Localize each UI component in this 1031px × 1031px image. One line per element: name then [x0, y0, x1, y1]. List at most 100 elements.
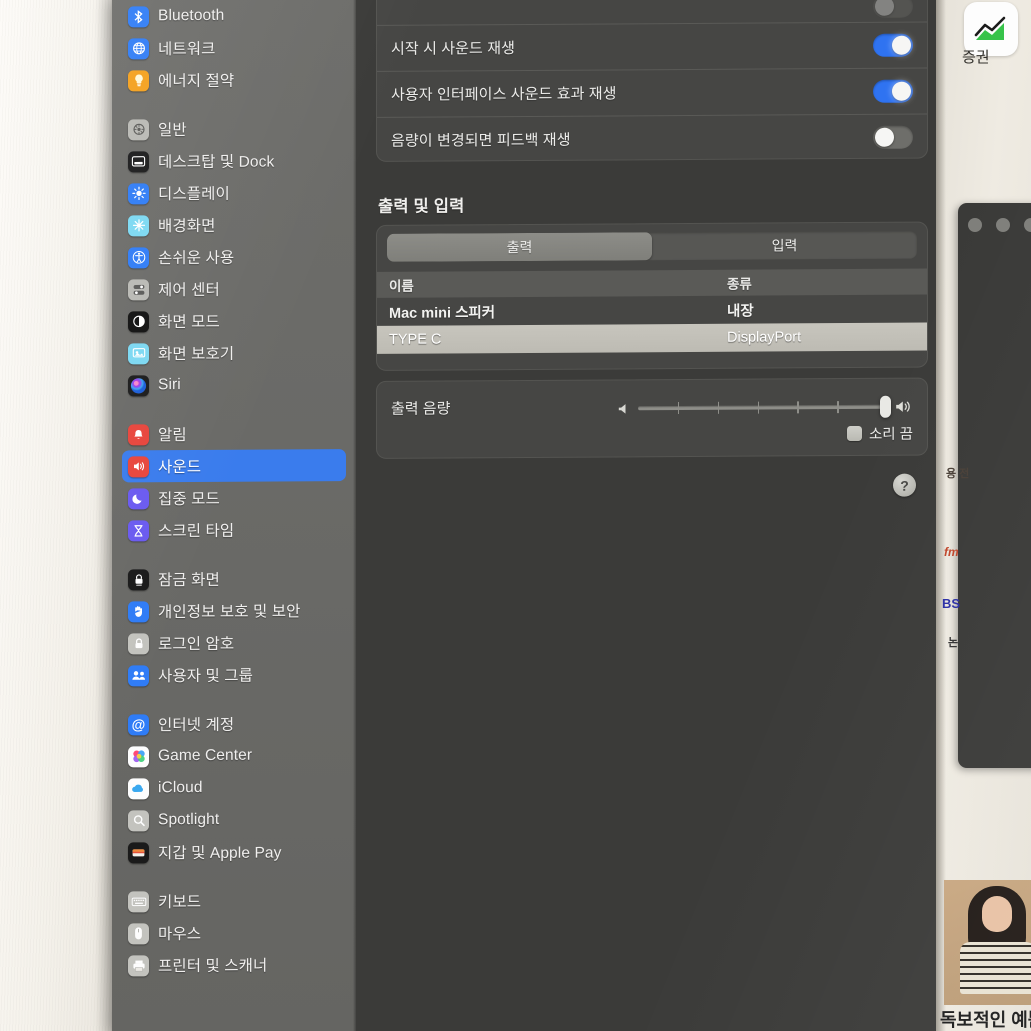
settings-row-label: 시작 시 사운드 재생 — [391, 40, 516, 58]
sound-settings-panel: 시작 시 사운드 재생 사용자 인터페이스 사운드 효과 재생 음량이 변경되면… — [356, 0, 936, 1031]
sidebar-item-privacy-security[interactable]: 개인정보 보호 및 보안 — [122, 594, 346, 627]
sidebar-item-energy-saver[interactable]: 에너지 절약 — [122, 63, 346, 96]
settings-row-ui-sound-effects[interactable]: 사용자 인터페이스 사운드 효과 재생 — [377, 67, 927, 117]
output-volume-card: 출력 음량 소리 끔 — [376, 377, 928, 459]
sidebar-item-lock-screen[interactable]: 잠금 화면 — [122, 562, 346, 595]
sidebar-item-label: 키보드 — [158, 893, 202, 912]
sidebar-item-bluetooth[interactable]: Bluetooth — [122, 0, 346, 32]
toggle-volume-feedback[interactable] — [873, 125, 913, 149]
sidebar-item-label: 일반 — [158, 122, 187, 140]
sidebar-item-label: Siri — [158, 376, 181, 394]
sidebar-item-siri[interactable]: Siri — [122, 368, 346, 401]
sidebar-item-notifications[interactable]: 알림 — [122, 417, 346, 450]
printer-scanner-icon — [128, 954, 149, 976]
volume-slider-thumb[interactable] — [880, 395, 891, 418]
toggle-ui-sound-effects[interactable] — [873, 79, 913, 103]
toggle-knob — [875, 0, 894, 16]
bluetooth-icon — [128, 5, 149, 27]
sidebar-item-label: 네트워크 — [158, 40, 216, 59]
sidebar-item-label: 로그인 암호 — [158, 635, 235, 654]
tab-input[interactable]: 입력 — [652, 231, 917, 261]
sidebar-item-wallet-apple-pay[interactable]: 지갑 및 Apple Pay — [122, 835, 346, 868]
sidebar-item-label: 인터넷 계정 — [158, 716, 235, 735]
settings-row-startup-sound[interactable]: 시작 시 사운드 재생 — [377, 21, 927, 71]
sidebar-item-label: 화면 모드 — [158, 313, 220, 332]
sidebar-item-general[interactable]: 일반 — [122, 112, 346, 145]
accessibility-icon — [128, 246, 149, 268]
mute-label: 소리 끔 — [868, 426, 913, 443]
person-face — [982, 896, 1012, 932]
sidebar-item-focus[interactable]: 집중 모드 — [122, 481, 346, 514]
sidebar-item-wallpaper[interactable]: 배경화면 — [122, 208, 346, 241]
screen-time-hourglass-icon — [128, 519, 149, 541]
sidebar-item-label: 사용자 및 그룹 — [158, 667, 253, 686]
sidebar-item-control-center[interactable]: 제어 센터 — [122, 272, 346, 305]
slider-tick — [797, 401, 799, 414]
column-header-kind: 종류 — [727, 276, 752, 292]
privacy-hand-icon — [128, 600, 149, 622]
sidebar-item-internet-accounts[interactable]: @ 인터넷 계정 — [122, 707, 346, 740]
monitor-bezel-edge — [936, 0, 946, 1031]
table-row[interactable]: Mac mini 스피커 내장 — [377, 295, 927, 326]
sidebar-item-label: 사운드 — [158, 458, 202, 477]
sidebar-divider — [112, 545, 356, 563]
settings-sidebar[interactable]: Bluetooth 네트워크 에너지 절약 일반 데스크탑 및 Dock 디스플… — [112, 0, 356, 1031]
icloud-icon — [128, 777, 149, 799]
sidebar-item-users-groups[interactable]: 사용자 및 그룹 — [122, 658, 346, 691]
sidebar-item-label: 집중 모드 — [158, 490, 220, 509]
sidebar-item-keyboard[interactable]: 키보드 — [122, 884, 346, 917]
sidebar-item-appearance[interactable]: 화면 모드 — [122, 304, 346, 337]
focus-moon-icon — [128, 487, 149, 509]
device-dot — [968, 218, 982, 232]
slider-tick — [677, 402, 680, 415]
sidebar-item-screen-saver[interactable]: 화면 보호기 — [122, 336, 346, 369]
sidebar-item-desktop-dock[interactable]: 데스크탑 및 Dock — [122, 144, 346, 177]
stocks-app-label: 증권 — [962, 49, 990, 66]
sidebar-item-screen-time[interactable]: 스크린 타임 — [122, 513, 346, 546]
table-row[interactable]: TYPE C DisplayPort — [377, 322, 927, 354]
tab-output[interactable]: 출력 — [387, 232, 652, 262]
device-dot — [996, 218, 1010, 232]
help-button[interactable]: ? — [893, 473, 916, 497]
volume-slider-track[interactable] — [638, 395, 891, 418]
sidebar-divider — [112, 95, 356, 113]
sidebar-item-network[interactable]: 네트워크 — [122, 31, 346, 64]
background-text-fragment: 논 — [948, 637, 959, 649]
general-gear-icon — [128, 118, 149, 140]
sidebar-item-mouse[interactable]: 마우스 — [122, 916, 346, 949]
system-settings-window: Bluetooth 네트워크 에너지 절약 일반 데스크탑 및 Dock 디스플… — [112, 0, 936, 1031]
lock-screen-icon — [128, 568, 149, 590]
toggle-partial[interactable] — [873, 0, 913, 18]
output-input-segmented-control[interactable]: 출력 입력 — [387, 230, 917, 262]
sidebar-item-accessibility[interactable]: 손쉬운 사용 — [122, 240, 346, 273]
device-list-card: 출력 입력 이름 종류 Mac mini 스피커 내장 TYPE C Displ… — [376, 221, 928, 371]
device-dot — [1024, 218, 1031, 232]
sidebar-item-spotlight[interactable]: Spotlight — [122, 803, 346, 836]
device-name: TYPE C — [389, 331, 442, 348]
sidebar-item-sound[interactable]: 사운드 — [122, 449, 346, 483]
toggle-startup-sound[interactable] — [873, 33, 913, 57]
sidebar-item-game-center[interactable]: Game Center — [122, 739, 346, 772]
sidebar-item-login-password[interactable]: 로그인 암호 — [122, 626, 346, 659]
screen-saver-icon — [128, 342, 149, 364]
output-volume-slider-row[interactable] — [617, 395, 913, 420]
speaker-low-icon — [617, 402, 630, 415]
background-text-fragment: BS — [942, 596, 961, 611]
speaker-high-icon — [895, 400, 913, 414]
mute-checkbox-row[interactable]: 소리 끔 — [846, 423, 913, 444]
sidebar-divider — [112, 690, 356, 708]
sidebar-item-printers-scanners[interactable]: 프린터 및 스캐너 — [122, 948, 346, 981]
sidebar-item-icloud[interactable]: iCloud — [122, 771, 346, 804]
background-text-fragment: 용 전 — [946, 468, 970, 480]
listing-caption: 독보적인 예쁨! — [940, 1010, 1031, 1030]
settings-row-volume-feedback[interactable]: 음량이 변경되면 피드백 재생 — [377, 113, 927, 162]
sidebar-item-displays[interactable]: 디스플레이 — [122, 176, 346, 209]
sidebar-divider — [112, 400, 356, 418]
sidebar-item-label: 마우스 — [158, 925, 202, 944]
appearance-mode-icon — [128, 310, 149, 332]
mute-checkbox[interactable] — [846, 425, 862, 442]
sidebar-item-label: iCloud — [158, 778, 203, 797]
sidebar-item-label: 제어 센터 — [158, 281, 220, 300]
game-center-icon — [128, 745, 149, 767]
toggle-knob — [892, 35, 911, 55]
